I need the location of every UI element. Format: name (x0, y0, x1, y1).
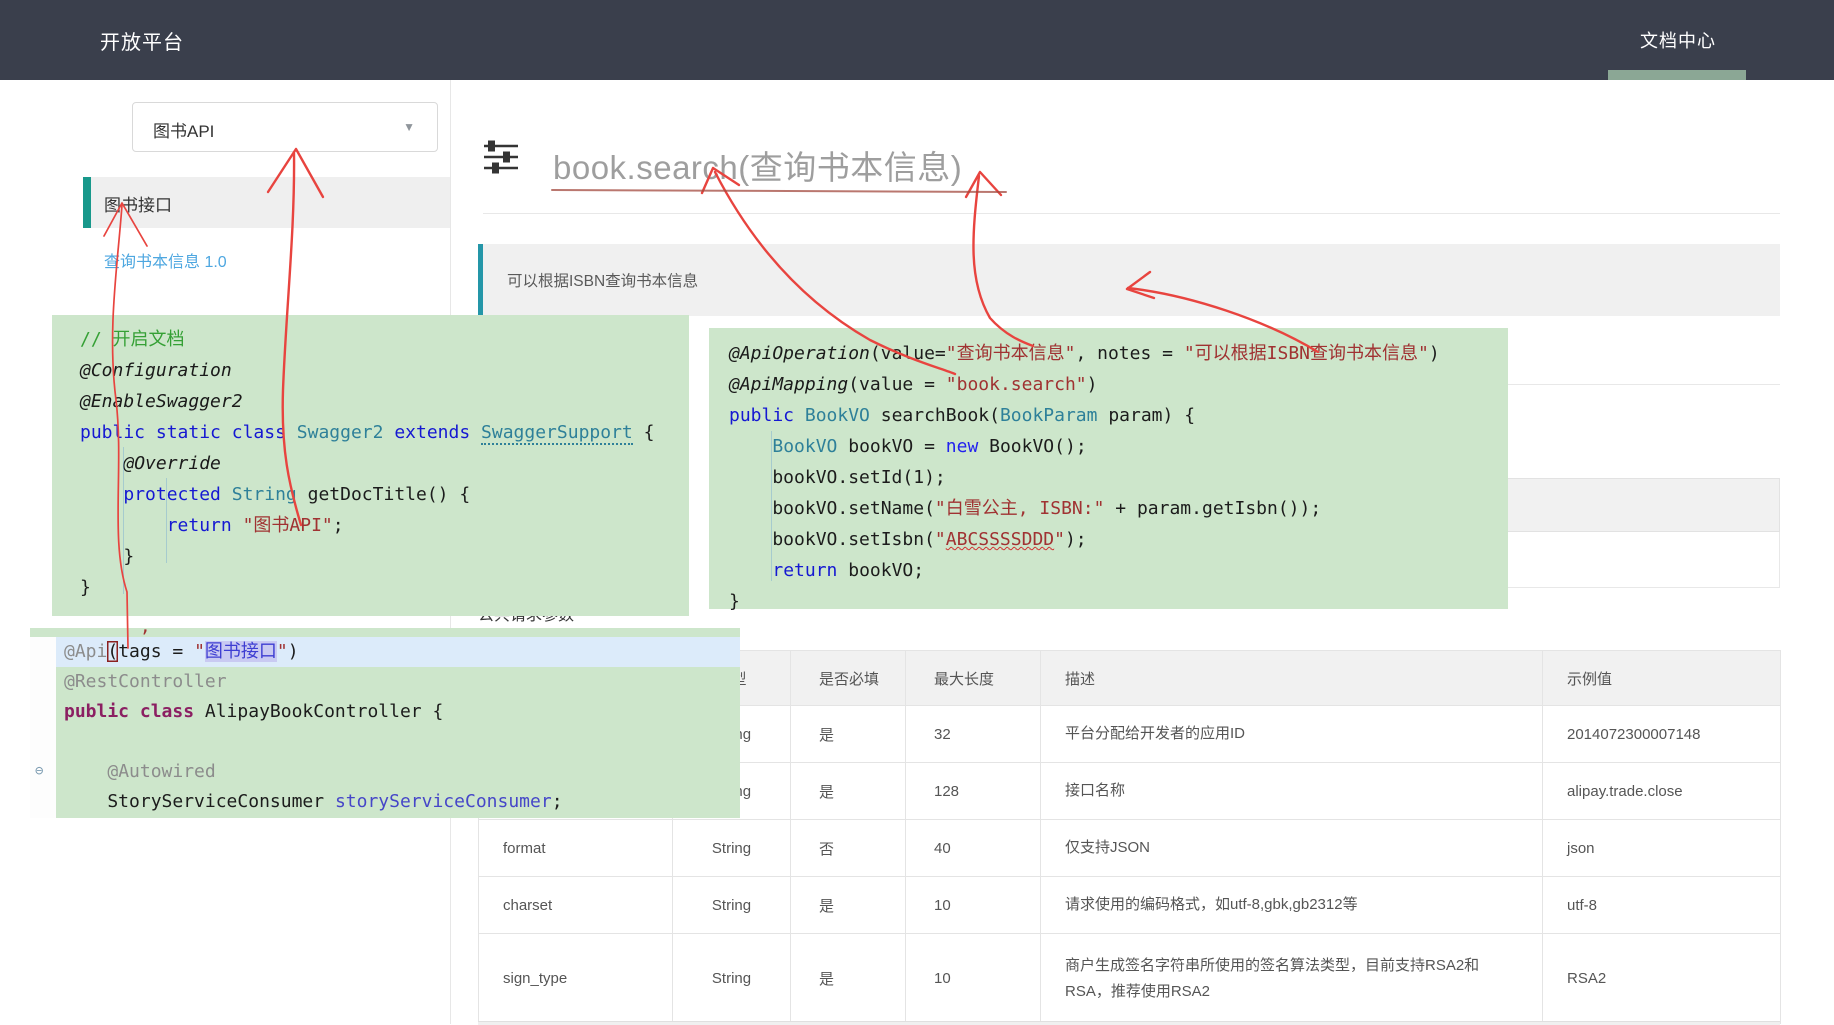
api-description-text: 可以根据ISBN查询书本信息 (507, 269, 698, 291)
code-line: return "图书API"; (52, 510, 689, 541)
api-group-dropdown-value: 图书API (153, 117, 214, 142)
table-cell: sign_type (479, 934, 673, 1024)
table-cell: 40 (906, 820, 1041, 877)
table-cell: 请求使用的编码格式，如utf-8,gbk,gb2312等 (1041, 877, 1543, 934)
code-line: @ApiOperation(value="查询书本信息", notes = "可… (709, 338, 1508, 369)
active-tab-indicator (1608, 70, 1746, 80)
code-line: } (52, 572, 689, 603)
table-cell: 10 (906, 934, 1041, 1024)
top-navbar: 开放平台 文档中心 (0, 0, 1834, 80)
table-cell: 是 (791, 706, 906, 763)
code-line: bookVO.setIsbn("ABCSSSSDDD"); (709, 524, 1508, 555)
table-cell: format (479, 820, 673, 877)
code-line: bookVO.setName("白雪公主, ISBN:" + param.get… (709, 493, 1508, 524)
active-item-bar (83, 177, 91, 228)
code-line: @Configuration (52, 355, 689, 386)
table-cell: 32 (906, 706, 1041, 763)
table-row: formatString否40仅支持JSONjson (479, 820, 1781, 877)
sidebar-item-book-api[interactable]: 图书接口 (83, 177, 450, 228)
nav-item-doc-center[interactable]: 文档中心 (1640, 27, 1716, 53)
api-group-dropdown[interactable]: 图书API ▼ (132, 102, 438, 152)
table-cell: 平台分配给开发者的应用ID (1041, 706, 1543, 763)
table-cell: 是 (791, 877, 906, 934)
title-divider (483, 213, 1780, 214)
table-header-cell: 是否必填 (791, 651, 906, 706)
code-line: public static class Swagger2 extends Swa… (52, 417, 689, 448)
table-cell: json (1543, 820, 1781, 877)
code-fold-icon: ⊖ (35, 764, 43, 778)
sidebar-item-label: 图书接口 (104, 191, 172, 216)
page-title: book.search(查询书本信息) (553, 141, 962, 189)
hidden-table-row-fragment (1460, 532, 1780, 588)
code-line: bookVO.setId(1); (709, 462, 1508, 493)
code-snippet-controller-method: @ApiOperation(value="查询书本信息", notes = "可… (709, 328, 1508, 609)
code-line: StoryServiceConsumer storyServiceConsume… (30, 787, 740, 817)
code-line: } (52, 541, 689, 572)
code-line: @Autowired (30, 757, 740, 787)
next-table-header-strip (478, 1021, 1780, 1025)
arrow-title-right-head (966, 172, 1001, 197)
code-line: @EnableSwagger2 (52, 386, 689, 417)
code-line: public class AlipayBookController { (30, 697, 740, 727)
editor-gutter (30, 637, 56, 818)
table-cell: 是 (791, 934, 906, 1024)
code-snippet-swagger-config: // 开启文档@Configuration@EnableSwagger2publ… (52, 315, 689, 616)
table-cell: charset (479, 877, 673, 934)
table-cell: 2014072300007148 (1543, 706, 1781, 763)
table-header-cell: 描述 (1041, 651, 1543, 706)
hidden-section-divider (1460, 384, 1780, 385)
chevron-down-icon: ▼ (403, 120, 415, 134)
sidebar-link-book-search[interactable]: 查询书本信息 1.0 (104, 248, 227, 272)
code-line: @Override (52, 448, 689, 479)
code-line: } (709, 586, 1508, 617)
code-line: BookVO bookVO = new BookVO(); (709, 431, 1508, 462)
code-line: @Api(tags = "图书接口") (30, 637, 740, 667)
indent-guide (771, 431, 772, 581)
table-cell: String (673, 877, 791, 934)
table-cell: String (673, 934, 791, 1024)
table-cell: RSA2 (1543, 934, 1781, 1024)
api-description-box: 可以根据ISBN查询书本信息 (478, 244, 1780, 316)
table-row: sign_typeString是10商户生成签名字符串所使用的签名算法类型，目前… (479, 934, 1781, 1024)
code-line: ", (30, 628, 740, 637)
table-cell: 仅支持JSON (1041, 820, 1543, 877)
code-line: return bookVO; (709, 555, 1508, 586)
indent-guide (166, 478, 167, 563)
code-line: protected String getDocTitle() { (52, 479, 689, 510)
table-cell: 128 (906, 763, 1041, 820)
table-cell: 是 (791, 763, 906, 820)
table-cell: 接口名称 (1041, 763, 1543, 820)
indent-guide (123, 447, 124, 594)
table-cell: 否 (791, 820, 906, 877)
hidden-table-header-fragment (1460, 478, 1780, 532)
code-line: // 开启文档 (52, 324, 689, 355)
code-line (30, 727, 740, 757)
table-header-cell: 最大长度 (906, 651, 1041, 706)
code-line: @RestController (30, 667, 740, 697)
code-snippet-controller-class: ⊖ ",@Api(tags = "图书接口")@RestControllerpu… (30, 628, 740, 818)
table-cell: 商户生成签名字符串所使用的签名算法类型，目前支持RSA2和RSA，推荐使用RSA… (1041, 934, 1543, 1024)
title-red-underline (552, 190, 1006, 192)
code-line: public BookVO searchBook(BookParam param… (709, 400, 1508, 431)
code-line: @ApiMapping(value = "book.search") (709, 369, 1508, 400)
brand-title: 开放平台 (100, 26, 184, 55)
sliders-icon (482, 138, 520, 181)
table-cell: utf-8 (1543, 877, 1781, 934)
table-cell: String (673, 820, 791, 877)
table-cell: 10 (906, 877, 1041, 934)
table-cell: alipay.trade.close (1543, 763, 1781, 820)
table-header-cell: 示例值 (1543, 651, 1781, 706)
table-row: charsetString是10请求使用的编码格式，如utf-8,gbk,gb2… (479, 877, 1781, 934)
